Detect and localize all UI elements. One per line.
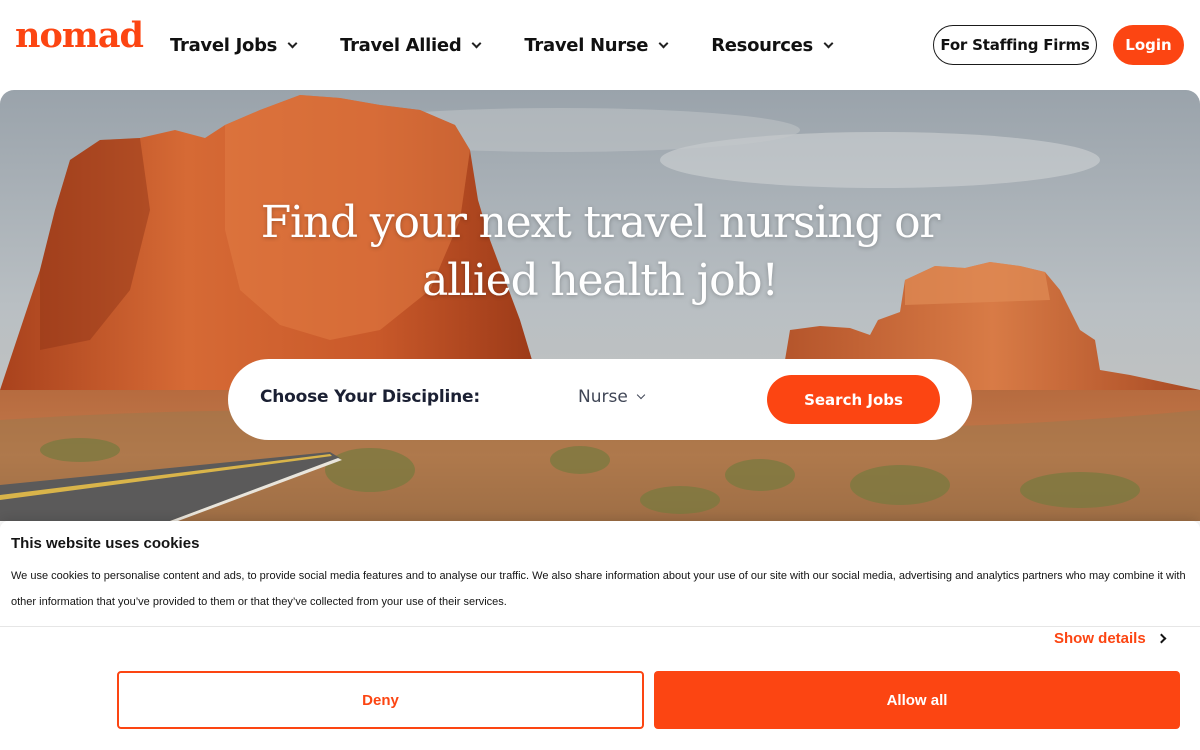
show-details-link[interactable]: Show details — [1054, 630, 1167, 647]
cookie-title: This website uses cookies — [11, 535, 200, 552]
cookie-banner: This website uses cookies We use cookies… — [0, 521, 1200, 750]
hero-section: Find your next travel nursing or allied … — [0, 90, 1200, 521]
divider — [0, 626, 1200, 627]
nav-item-label: Travel Nurse — [524, 34, 649, 56]
cookie-description: We use cookies to personalise content an… — [11, 570, 1186, 608]
job-search-card: Choose Your Discipline: Nurse Search Job… — [228, 359, 972, 440]
search-jobs-button[interactable]: Search Jobs — [767, 375, 940, 424]
allow-all-button[interactable]: Allow all — [654, 671, 1180, 729]
for-staffing-firms-button[interactable]: For Staffing Firms — [933, 25, 1097, 65]
chevron-down-icon — [471, 38, 482, 48]
login-button[interactable]: Login — [1113, 25, 1184, 65]
nomad-logo[interactable]: nomad — [15, 18, 144, 53]
chevron-down-icon — [658, 38, 669, 48]
nav-travel-nurse[interactable]: Travel Nurse — [524, 34, 669, 56]
chevron-down-icon — [287, 38, 298, 48]
chevron-down-icon — [823, 38, 834, 48]
site-header: nomad Travel Jobs Travel Allied Travel N… — [0, 0, 1200, 90]
discipline-select[interactable]: Nurse — [578, 387, 646, 407]
show-details-label: Show details — [1054, 630, 1146, 647]
chevron-right-icon — [1156, 633, 1167, 644]
discipline-label: Choose Your Discipline: — [260, 387, 480, 407]
nav-resources[interactable]: Resources — [711, 34, 834, 56]
nav-travel-jobs[interactable]: Travel Jobs — [170, 34, 298, 56]
hero-title: Find your next travel nursing or allied … — [260, 197, 941, 306]
discipline-value: Nurse — [578, 387, 628, 407]
nav-item-label: Travel Jobs — [170, 34, 278, 56]
nav-item-label: Travel Allied — [340, 34, 462, 56]
chevron-down-icon — [636, 390, 646, 400]
main-nav: Travel Jobs Travel Allied Travel Nurse R… — [170, 0, 876, 90]
nav-item-label: Resources — [711, 34, 813, 56]
deny-button[interactable]: Deny — [117, 671, 644, 729]
nav-travel-allied[interactable]: Travel Allied — [340, 34, 482, 56]
